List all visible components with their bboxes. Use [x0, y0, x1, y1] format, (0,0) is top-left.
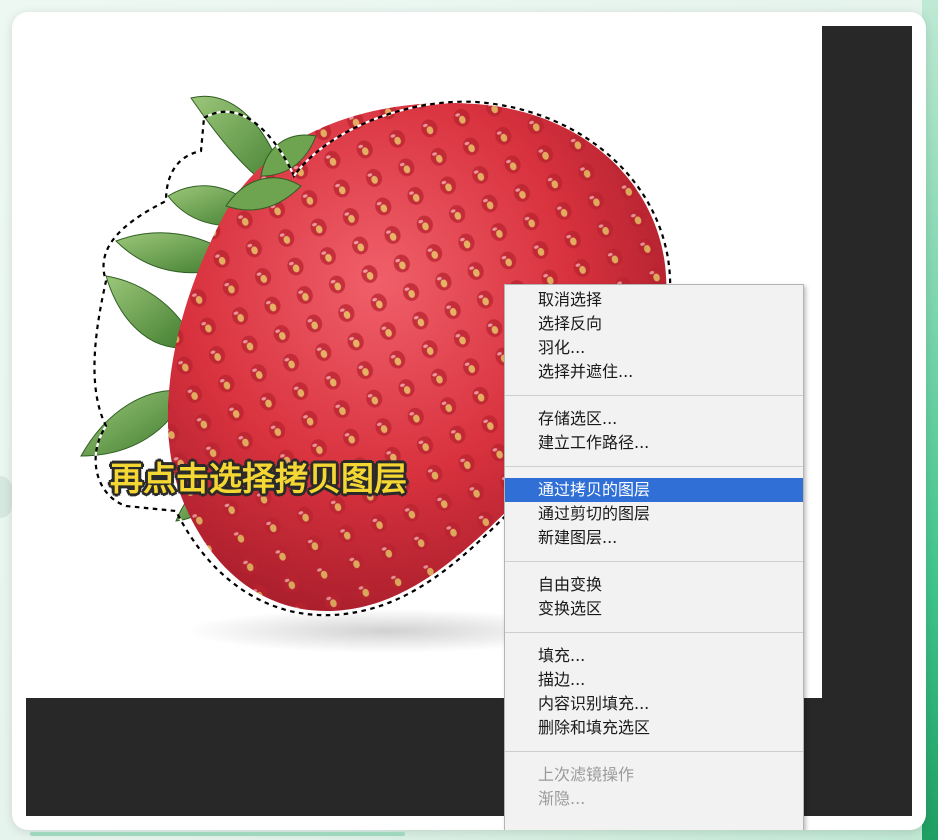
menu-group: 上次滤镜操作 渐隐...: [505, 763, 803, 811]
menu-item[interactable]: 填充...: [505, 644, 803, 668]
menu-item[interactable]: 描边...: [505, 668, 803, 692]
menu-item[interactable]: 自由变换: [505, 573, 803, 597]
menu-group: 通过拷贝的图层 通过剪切的图层 新建图层...: [505, 478, 803, 550]
menu-item[interactable]: 删除和填充选区: [505, 716, 803, 740]
menu-separator: [505, 561, 803, 562]
menu-item[interactable]: 建立工作路径...: [505, 431, 803, 455]
menu-separator: [505, 466, 803, 467]
menu-item[interactable]: 通过拷贝的图层: [505, 478, 803, 502]
menu-item[interactable]: 通过剪切的图层: [505, 502, 803, 526]
menu-item: 渐隐...: [538, 789, 586, 808]
menu-item[interactable]: 内容识别填充...: [505, 692, 803, 716]
menu-group: 存储选区... 建立工作路径...: [505, 407, 803, 455]
context-menu[interactable]: 取消选择 选择反向 羽化... 选择并遮住... 存储选区... 建立工作路径... 通过拷…: [504, 284, 804, 830]
menu-item[interactable]: 羽化...: [505, 336, 803, 360]
menu-group: 自由变换 变换选区: [505, 573, 803, 621]
screenshot-card: 再点击选择拷贝图层 取消选择 选择反向 羽化... 选择并遮住... 存储选区... 建立…: [12, 12, 926, 830]
menu-separator: [505, 751, 803, 752]
menu-group: 取消选择 选择反向 羽化... 选择并遮住...: [505, 288, 803, 384]
menu-item[interactable]: 选择并遮住...: [505, 360, 803, 384]
menu-item[interactable]: 新建图层...: [505, 526, 803, 550]
bottom-progress-strip: [30, 832, 405, 836]
menu-item[interactable]: 变换选区: [505, 597, 803, 621]
tutorial-caption: 再点击选择拷贝图层: [110, 459, 407, 498]
menu-item[interactable]: 存储选区...: [505, 407, 803, 431]
side-tab: [0, 476, 12, 518]
menu-separator: [505, 632, 803, 633]
menu-group: 填充... 描边... 内容识别填充... 删除和填充选区: [505, 644, 803, 740]
menu-item[interactable]: 取消选择: [505, 288, 803, 312]
menu-separator: [505, 395, 803, 396]
menu-item[interactable]: 选择反向: [505, 312, 803, 336]
menu-item: 上次滤镜操作: [538, 765, 635, 784]
